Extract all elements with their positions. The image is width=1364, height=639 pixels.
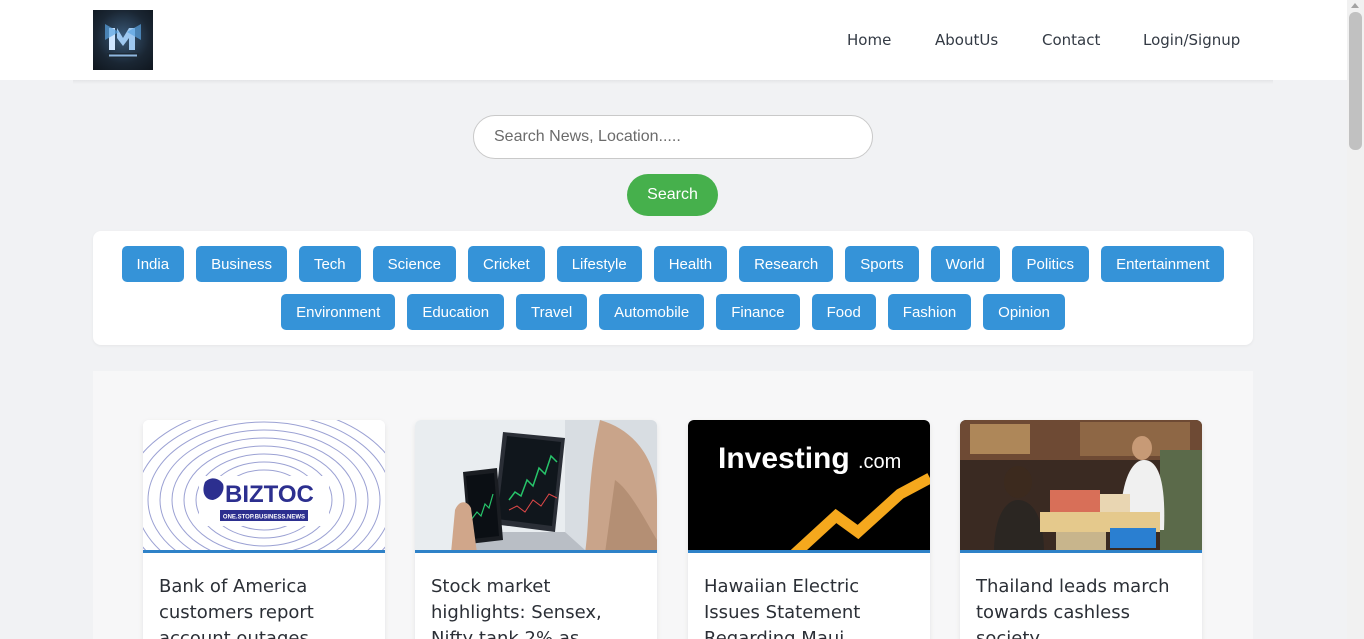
category-education-button[interactable]: Education	[407, 294, 505, 330]
news-card[interactable]: Thailand leads march towards cashless so…	[960, 420, 1202, 639]
category-business-button[interactable]: Business	[196, 246, 287, 282]
category-india-button[interactable]: India	[121, 246, 185, 282]
news-grid: BIZTOC ONE.STOP.BUSINESS.NEWS Bank of Am…	[93, 371, 1253, 639]
category-opinion-button[interactable]: Opinion	[983, 294, 1065, 330]
nav-login-signup-link[interactable]: Login/Signup	[1143, 31, 1240, 49]
search-button[interactable]: Search	[627, 174, 718, 216]
news-card-title[interactable]: Bank of America customers report account…	[159, 574, 374, 639]
category-politics-button[interactable]: Politics	[1011, 246, 1090, 282]
investing-suffix-text: .com	[858, 451, 901, 473]
category-health-button[interactable]: Health	[653, 246, 728, 282]
category-food-button[interactable]: Food	[811, 294, 876, 330]
news-card-title[interactable]: Hawaiian Electric Issues Statement Regar…	[704, 574, 919, 639]
category-entertainment-button[interactable]: Entertainment	[1101, 246, 1225, 282]
search-input[interactable]	[473, 115, 873, 159]
category-automobile-button[interactable]: Automobile	[599, 294, 705, 330]
category-fashion-button[interactable]: Fashion	[887, 294, 972, 330]
category-panel: India Business Tech Science Cricket Life…	[93, 231, 1253, 345]
news-card-image	[960, 420, 1202, 553]
news-card-image	[415, 420, 657, 553]
investing-brand-text: Investing	[718, 442, 850, 475]
page: Home AboutUs Contact Login/Signup Search…	[0, 0, 1364, 639]
news-card[interactable]: Stock market highlights: Sensex, Nifty t…	[415, 420, 657, 639]
category-lifestyle-button[interactable]: Lifestyle	[556, 246, 642, 282]
category-row: Environment Education Travel Automobile …	[93, 294, 1253, 330]
category-research-button[interactable]: Research	[739, 246, 834, 282]
category-science-button[interactable]: Science	[372, 246, 457, 282]
news-card-image: BIZTOC ONE.STOP.BUSINESS.NEWS	[143, 420, 385, 553]
category-sports-button[interactable]: Sports	[845, 246, 919, 282]
scroll-up-arrow-icon[interactable]	[1351, 3, 1359, 8]
nav-aboutus-link[interactable]: AboutUs	[935, 31, 998, 49]
category-tech-button[interactable]: Tech	[298, 246, 361, 282]
news-card[interactable]: BIZTOC ONE.STOP.BUSINESS.NEWS Bank of Am…	[143, 420, 385, 639]
category-travel-button[interactable]: Travel	[516, 294, 588, 330]
category-row: India Business Tech Science Cricket Life…	[93, 246, 1253, 282]
news-card-title[interactable]: Stock market highlights: Sensex, Nifty t…	[431, 574, 646, 639]
category-environment-button[interactable]: Environment	[281, 294, 396, 330]
biztoc-tagline-text: ONE.STOP.BUSINESS.NEWS	[223, 515, 305, 521]
site-header: Home AboutUs Contact Login/Signup	[0, 0, 1347, 80]
category-cricket-button[interactable]: Cricket	[468, 246, 545, 282]
nav-home-link[interactable]: Home	[847, 31, 891, 49]
news-card-image: Investing .com	[688, 420, 930, 553]
nav-contact-link[interactable]: Contact	[1042, 31, 1100, 49]
page-scrollbar[interactable]	[1347, 0, 1364, 639]
category-world-button[interactable]: World	[930, 246, 1000, 282]
site-logo[interactable]	[93, 10, 153, 70]
scroll-thumb[interactable]	[1349, 12, 1362, 150]
category-finance-button[interactable]: Finance	[716, 294, 800, 330]
header-shadow	[73, 80, 1273, 84]
news-card[interactable]: Investing .com Hawaiian Electric Issues …	[688, 420, 930, 639]
news-card-title[interactable]: Thailand leads march towards cashless so…	[976, 574, 1191, 639]
biztoc-brand-text: BIZTOC	[225, 481, 314, 508]
